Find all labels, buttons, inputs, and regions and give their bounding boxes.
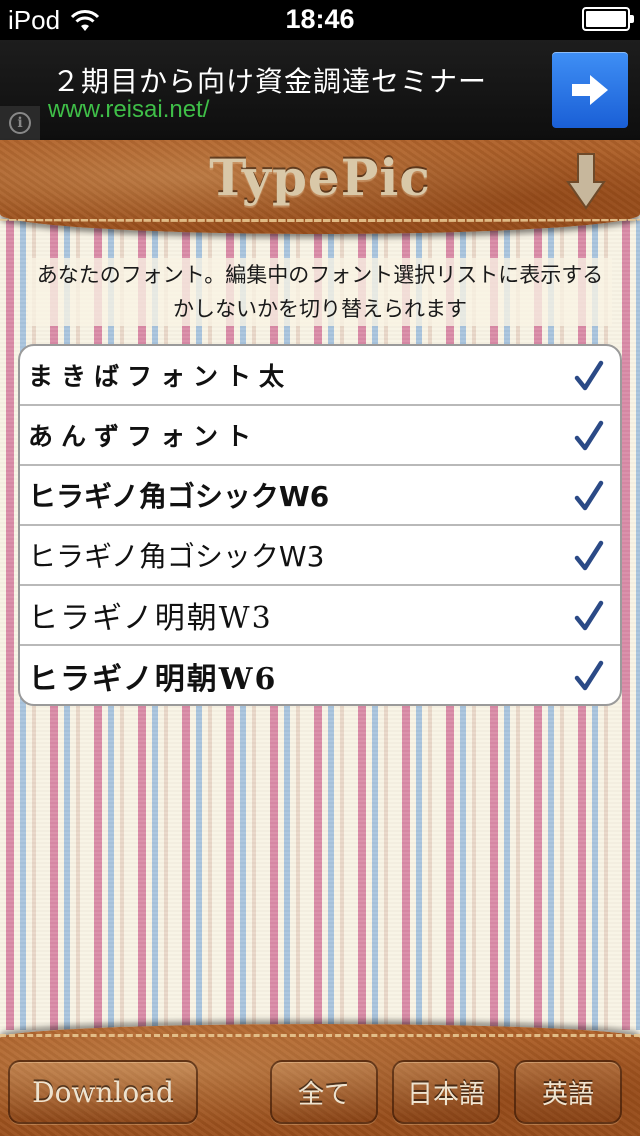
font-name: ヒラギノ明朝W6 (28, 662, 278, 697)
checkmark-icon (574, 600, 604, 631)
ad-title[interactable]: ２期目から向け資金調達セミナー (52, 60, 487, 100)
ad-url[interactable]: www.reisai.net/ (48, 96, 209, 124)
font-name: ヒラギノ明朝W3 (28, 601, 273, 636)
font-row-kakugo-w3[interactable]: ヒラギノ角ゴシックW3 (20, 526, 620, 586)
font-list: まきばフォント太 あんずフォント ヒラギノ角ゴシックW6 ヒラギノ角ゴシックW3… (18, 344, 622, 706)
font-row-mincho-w6[interactable]: ヒラギノ明朝W6 (20, 646, 620, 704)
battery-icon (582, 7, 634, 31)
font-name: ヒラギノ角ゴシックW3 (28, 540, 325, 573)
info-icon[interactable]: i (0, 106, 40, 140)
font-name: ヒラギノ角ゴシックW6 (28, 480, 330, 513)
header-stitch (0, 219, 640, 222)
checkmark-icon (574, 420, 604, 451)
font-row-kakugo-w6[interactable]: ヒラギノ角ゴシックW6 (20, 466, 620, 526)
filter-all-button[interactable]: 全て (270, 1060, 378, 1124)
description-text: あなたのフォント。編集中のフォント選択リストに表示するかしないかを切り替えられま… (28, 258, 612, 326)
font-row-anzu[interactable]: あんずフォント (20, 406, 620, 466)
right-arrow-icon (572, 75, 608, 105)
checkmark-icon (574, 480, 604, 511)
checkmark-icon (574, 660, 604, 691)
app-logo: TypePic (209, 148, 431, 207)
ad-arrow-button[interactable] (552, 52, 628, 128)
checkmark-icon (574, 360, 604, 391)
filter-japanese-button[interactable]: 日本語 (392, 1060, 500, 1124)
font-row-mincho-w3[interactable]: ヒラギノ明朝W3 (20, 586, 620, 646)
font-row-makiba[interactable]: まきばフォント太 (20, 346, 620, 406)
font-name: あんずフォント (28, 422, 260, 451)
down-arrow-icon[interactable] (566, 152, 606, 210)
font-name: まきばフォント太 (28, 362, 293, 391)
footer-stitch (0, 1034, 640, 1037)
filter-english-button[interactable]: 英語 (514, 1060, 622, 1124)
download-button[interactable]: Download (8, 1060, 198, 1124)
ad-banner[interactable]: ２期目から向け資金調達セミナー www.reisai.net/ i (0, 40, 640, 140)
status-time: 18:46 (285, 4, 355, 34)
status-bar: iPod 18:46 (0, 0, 640, 40)
checkmark-icon (574, 540, 604, 571)
